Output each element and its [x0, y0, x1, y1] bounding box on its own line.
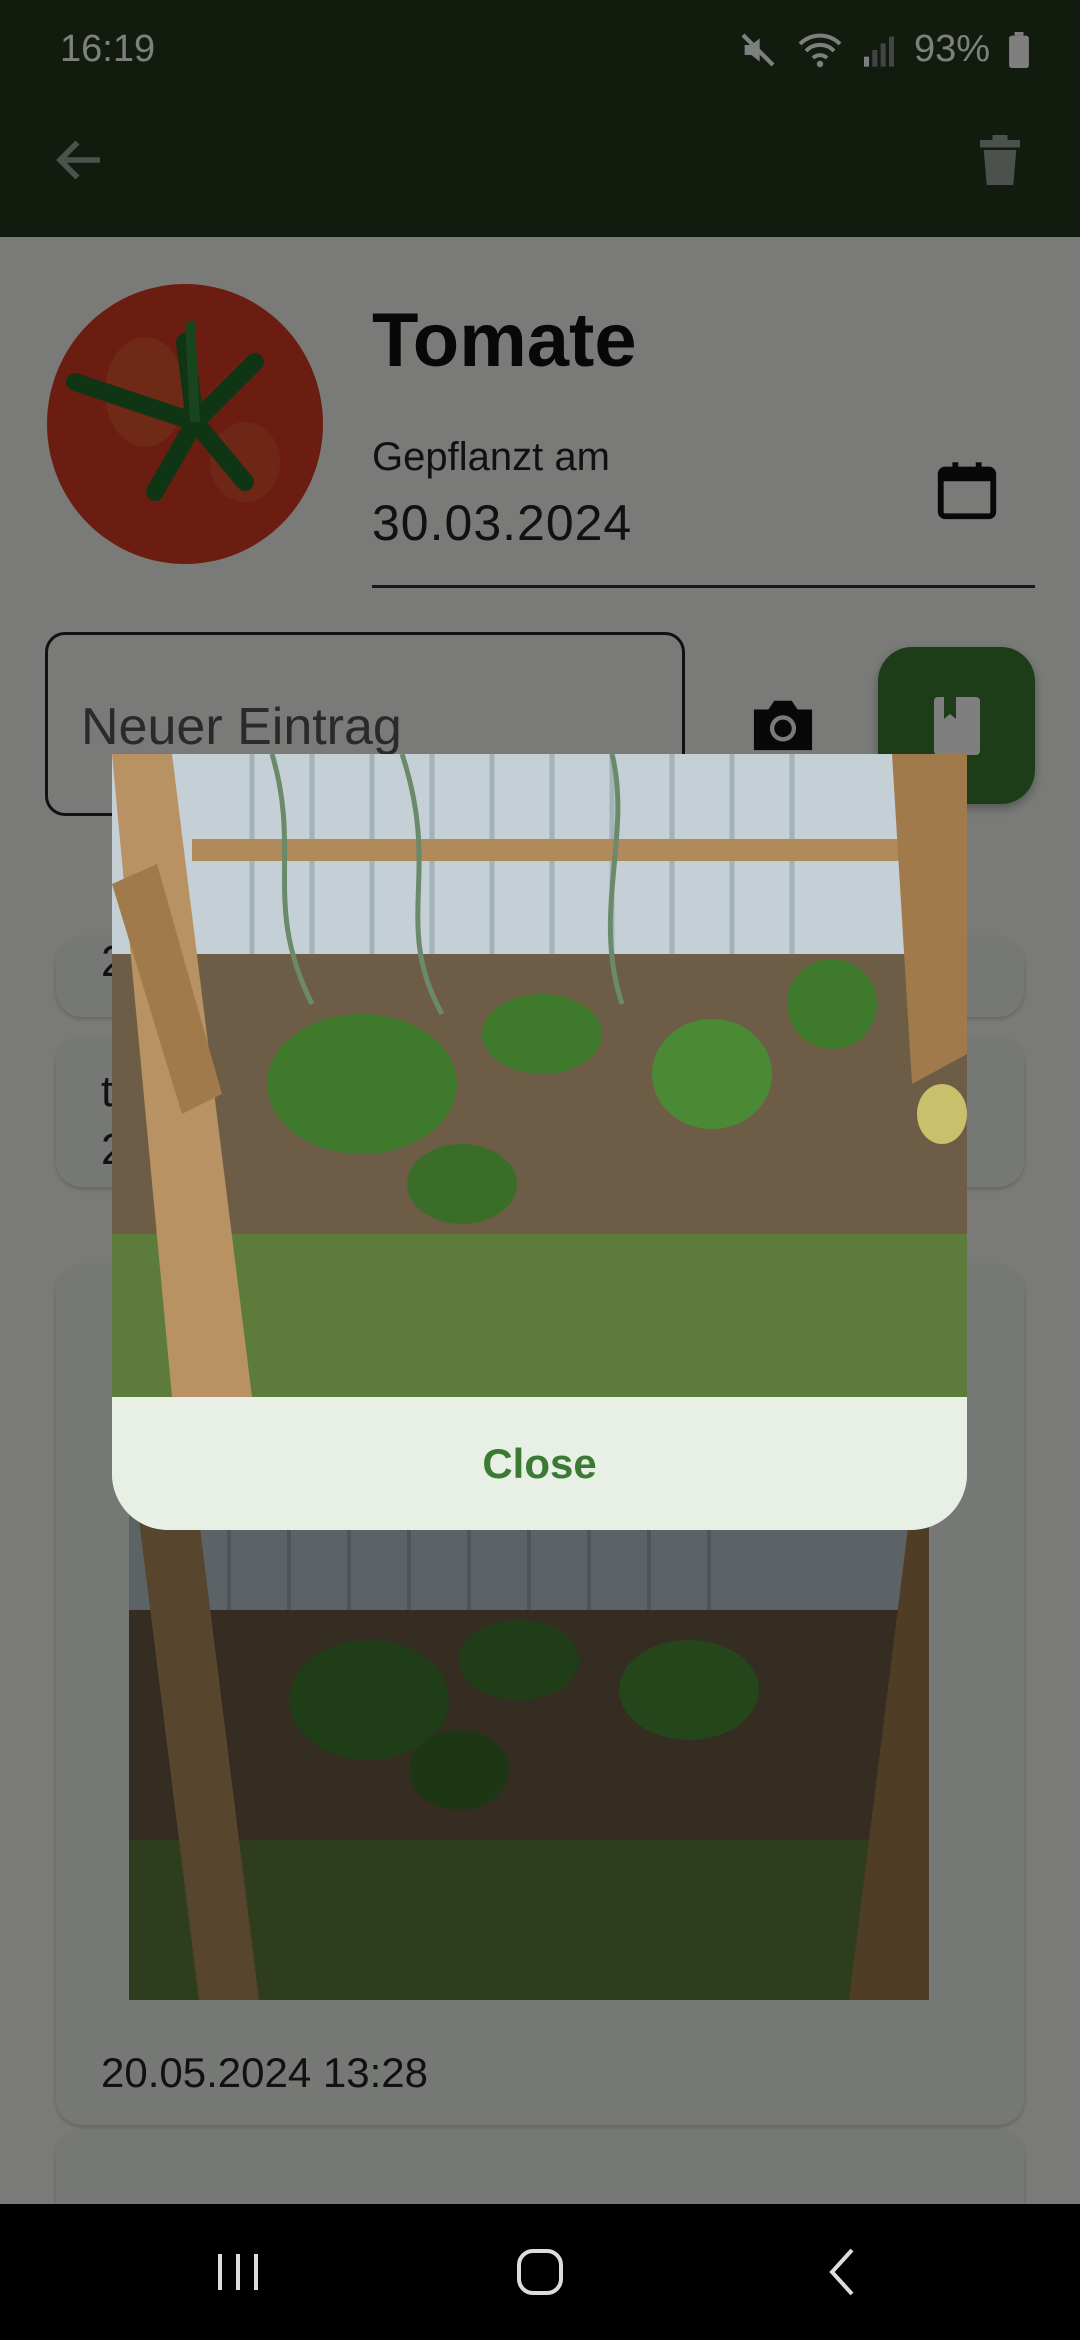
- back-nav-button[interactable]: [812, 2244, 872, 2300]
- home-icon: [517, 2249, 563, 2295]
- system-nav-bar: [0, 2204, 1080, 2340]
- chevron-left-icon: [829, 2248, 854, 2296]
- recent-apps-button[interactable]: [208, 2244, 268, 2300]
- home-button[interactable]: [510, 2244, 570, 2300]
- close-button[interactable]: Close: [112, 1397, 967, 1530]
- image-dialog: Close: [112, 754, 967, 1530]
- dialog-photo: [112, 754, 967, 1397]
- recent-apps-icon: [218, 2254, 258, 2290]
